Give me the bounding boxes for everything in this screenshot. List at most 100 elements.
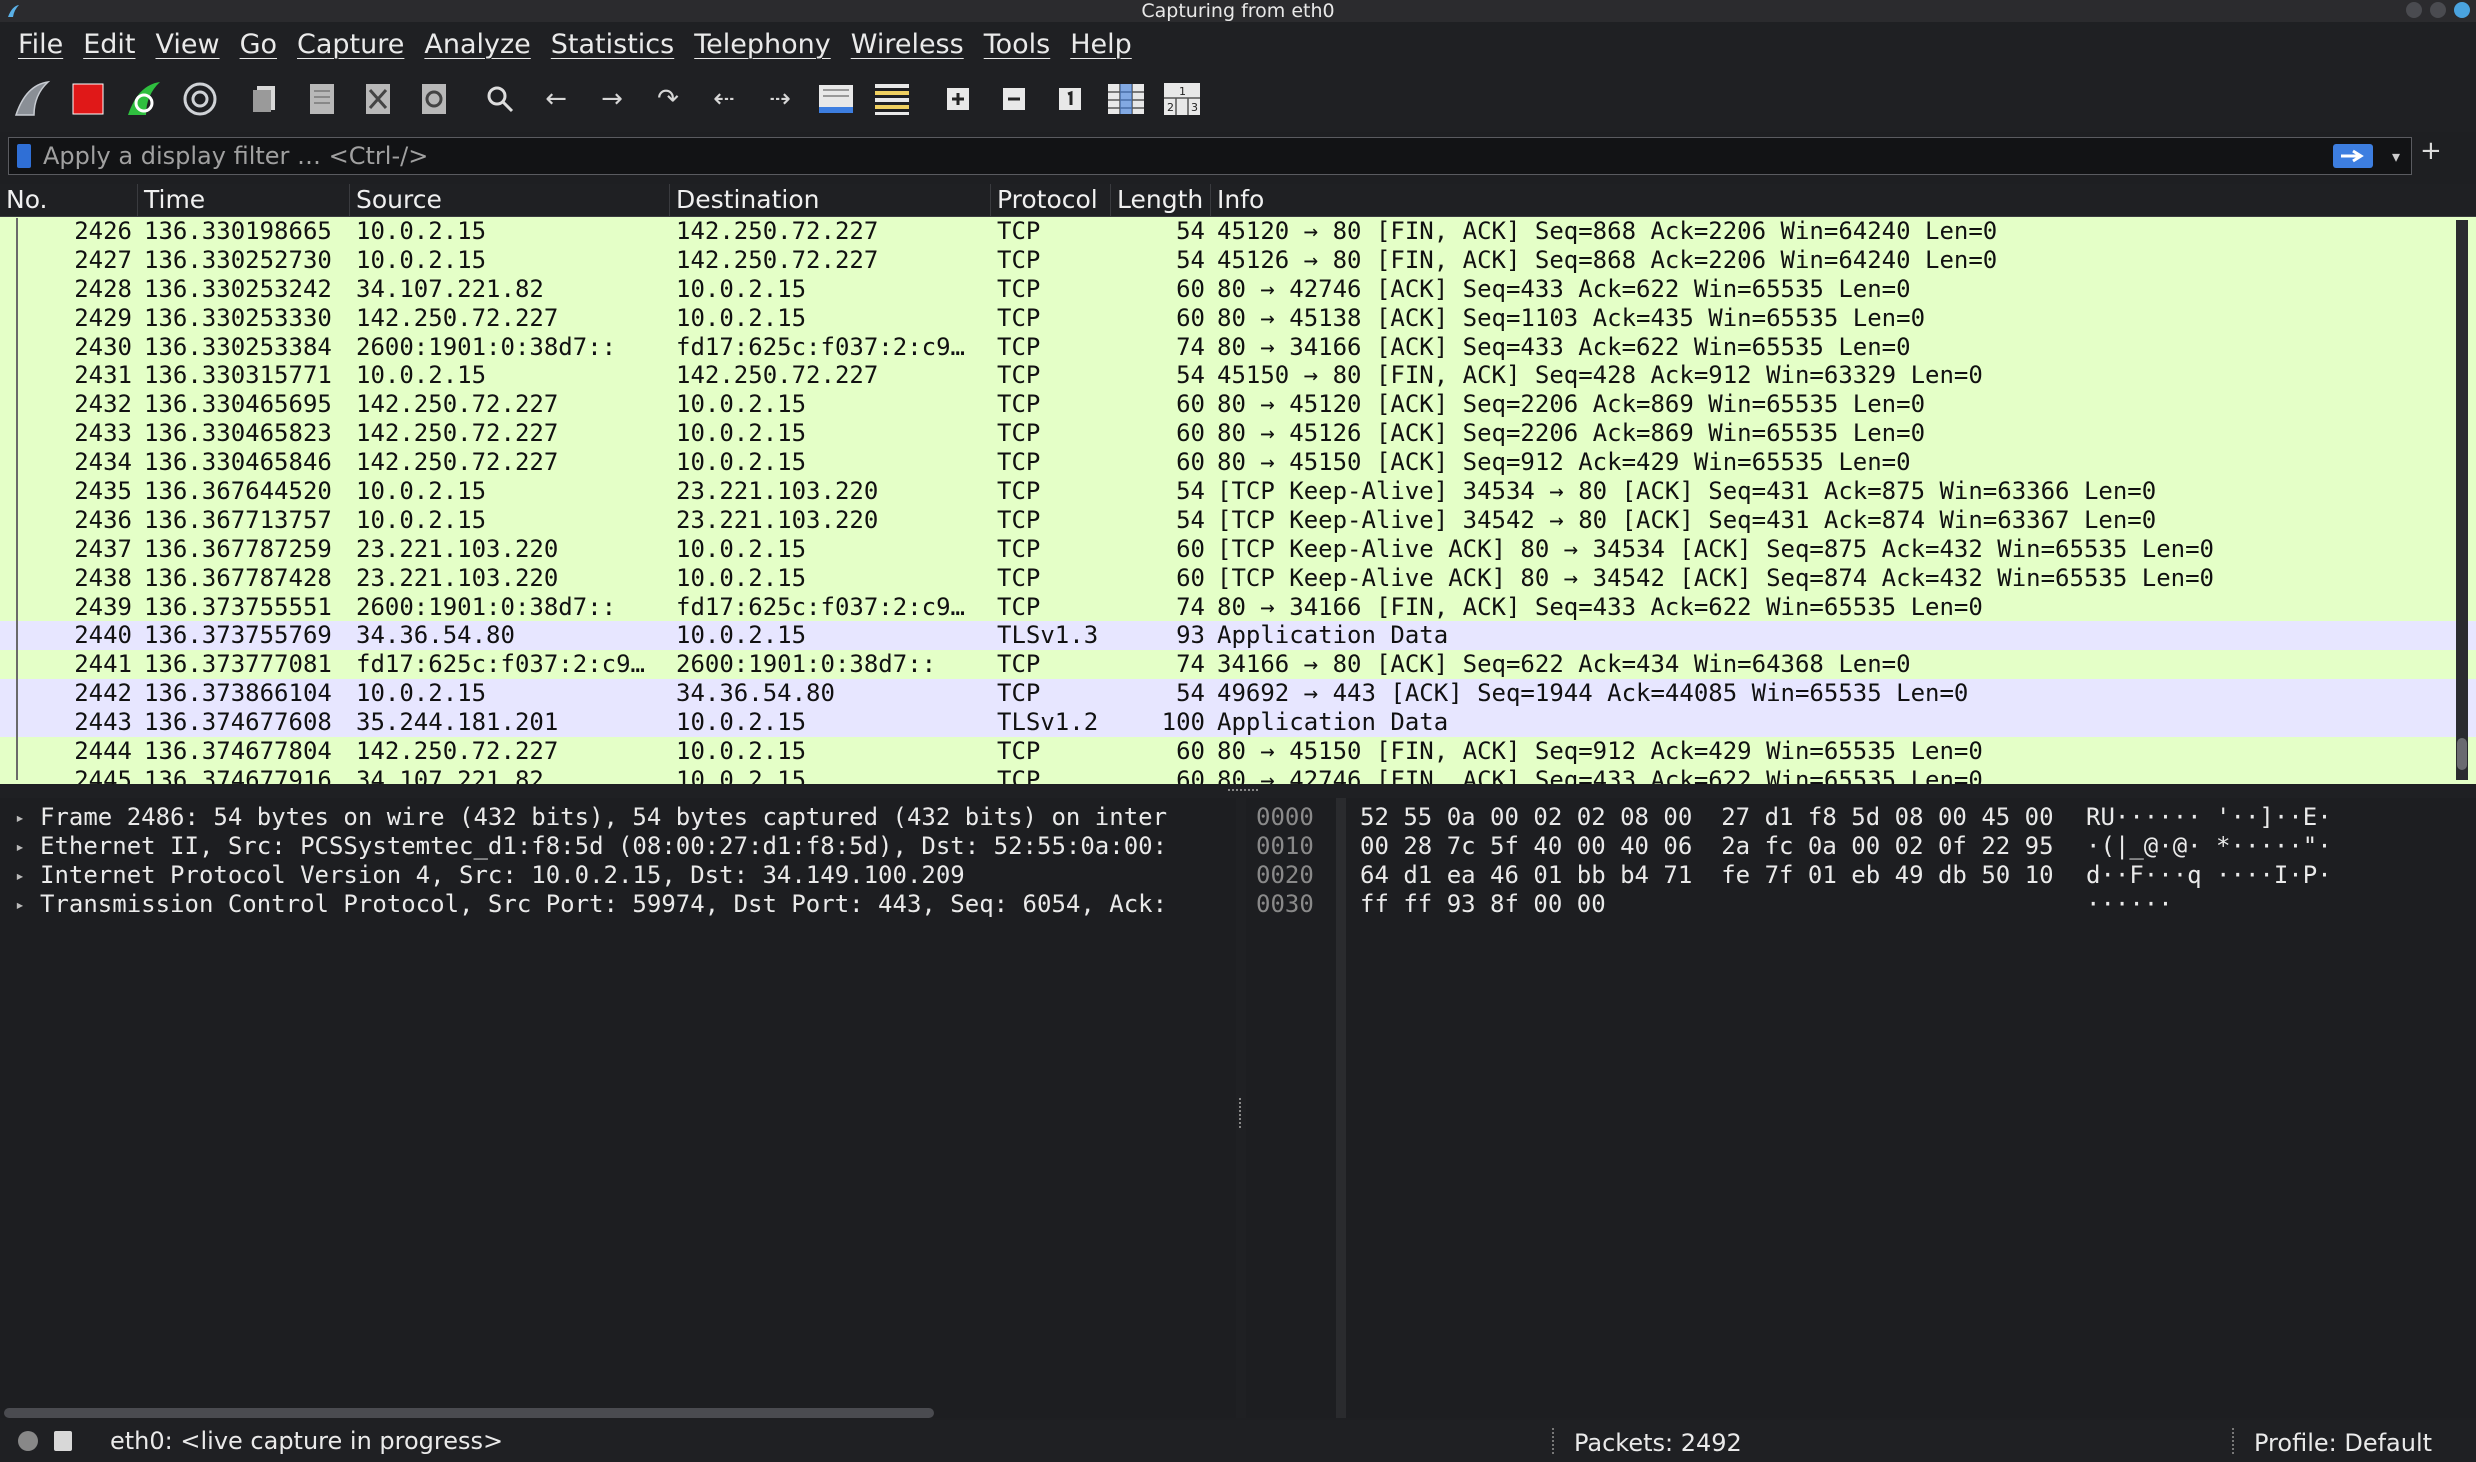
- autoscroll-icon[interactable]: [814, 77, 858, 121]
- packet-protocol: TCP: [997, 303, 1041, 332]
- packet-row[interactable]: 2443 136.374677608 35.244.181.201 10.0.2.15…: [0, 708, 2476, 738]
- resize-columns-icon[interactable]: [1104, 77, 1148, 121]
- packet-row[interactable]: 2437 136.367787259 23.221.103.220 10.0.2.15…: [0, 534, 2476, 564]
- zoom-out-icon[interactable]: [992, 77, 1036, 121]
- packet-row[interactable]: 2441 136.373777081 fd17:625c:f037:2:c9… 260…: [0, 650, 2476, 680]
- column-header-source[interactable]: Source: [350, 184, 670, 216]
- expand-arrow-icon[interactable]: ▸: [0, 832, 40, 861]
- byte-ascii: ······: [2086, 890, 2173, 918]
- packet-info: 80 → 45150 [FIN, ACK] Seq=912 Ack=429 Wi…: [1217, 737, 1983, 766]
- go-to-packet-icon[interactable]: ↷: [646, 77, 690, 121]
- packet-list-scrollbar[interactable]: [2456, 220, 2468, 780]
- layout-icon[interactable]: 12 3: [1160, 77, 1204, 121]
- packet-row[interactable]: 2436 136.367713757 10.0.2.15 23.221.103.220…: [0, 505, 2476, 535]
- details-bytes-splitter[interactable]: [1236, 798, 1246, 1418]
- menu-wireless[interactable]: Wireless: [851, 29, 964, 60]
- packet-row[interactable]: 2426 136.330198665 10.0.2.15 142.250.72.227…: [0, 217, 2476, 246]
- packet-source: 10.0.2.15: [356, 217, 487, 245]
- packet-row[interactable]: 2427 136.330252730 10.0.2.15 142.250.72.227…: [0, 245, 2476, 275]
- column-header-destination[interactable]: Destination: [670, 184, 991, 216]
- packet-row[interactable]: 2435 136.367644520 10.0.2.15 23.221.103.220…: [0, 477, 2476, 506]
- packet-row[interactable]: 2433 136.330465823 142.250.72.227 10.0.2.15…: [0, 419, 2476, 449]
- menu-view[interactable]: View: [155, 29, 219, 60]
- open-file-icon[interactable]: [244, 77, 288, 121]
- detail-row-tcp[interactable]: ▸ Transmission Control Protocol, Src Port…: [0, 890, 1236, 919]
- close-window-button[interactable]: [2454, 2, 2470, 18]
- packet-row[interactable]: 2445 136.374677916 34.107.221.82 10.0.2.15 T…: [0, 765, 2476, 784]
- packet-row[interactable]: 2438 136.367787428 23.221.103.220 10.0.2.15…: [0, 563, 2476, 593]
- column-header-length[interactable]: Length: [1111, 184, 1211, 216]
- byte-hex: ff ff 93 8f 00 00: [1360, 890, 1606, 918]
- packet-row[interactable]: 2430 136.330253384 2600:1901:0:38d7:: fd17:…: [0, 332, 2476, 362]
- column-header-no[interactable]: No.: [0, 184, 138, 216]
- close-file-icon[interactable]: [356, 77, 400, 121]
- byte-row[interactable]: 0010 00 28 7c 5f 40 00 40 06 2a fc 0a 00 …: [1246, 832, 2476, 861]
- packet-no: 2429: [74, 303, 132, 332]
- reload-file-icon[interactable]: [412, 77, 456, 121]
- packet-row[interactable]: 2432 136.330465695 142.250.72.227 10.0.2.15…: [0, 390, 2476, 420]
- go-forward-icon[interactable]: →: [590, 77, 634, 121]
- packet-row[interactable]: 2431 136.330315771 10.0.2.15 142.250.72.227…: [0, 361, 2476, 391]
- menu-capture[interactable]: Capture: [297, 29, 404, 60]
- filter-history-dropdown-icon[interactable]: ▾: [2381, 147, 2411, 166]
- details-horizontal-scrollbar[interactable]: [4, 1408, 934, 1418]
- go-back-icon[interactable]: ←: [534, 77, 578, 121]
- capture-comment-icon[interactable]: [54, 1431, 72, 1451]
- packet-row[interactable]: 2429 136.330253330 142.250.72.227 10.0.2.15…: [0, 303, 2476, 333]
- expand-arrow-icon[interactable]: ▸: [0, 803, 40, 832]
- menu-file[interactable]: File: [18, 29, 63, 60]
- first-packet-icon[interactable]: ⇠: [702, 77, 746, 121]
- apply-filter-button[interactable]: [2333, 144, 2373, 168]
- colorize-icon[interactable]: [870, 77, 914, 121]
- packet-no: 2432: [74, 390, 132, 419]
- packet-row[interactable]: 2444 136.374677804 142.250.72.227 10.0.2.15…: [0, 737, 2476, 766]
- normal-size-icon[interactable]: [1048, 77, 1092, 121]
- column-header-info[interactable]: Info: [1211, 184, 2476, 216]
- byte-row[interactable]: 0000 52 55 0a 00 02 02 08 00 27 d1 f8 5d …: [1246, 803, 2476, 832]
- conversation-line: [16, 218, 18, 780]
- bookmark-icon[interactable]: [17, 144, 31, 168]
- column-header-protocol[interactable]: Protocol: [991, 184, 1111, 216]
- packet-length: 54: [1176, 477, 1205, 506]
- packet-row[interactable]: 2439 136.373755551 2600:1901:0:38d7:: fd17:…: [0, 592, 2476, 622]
- detail-row-ip[interactable]: ▸ Internet Protocol Version 4, Src: 10.0.…: [0, 861, 1236, 890]
- packet-source: 35.244.181.201: [356, 708, 559, 737]
- menu-statistics[interactable]: Statistics: [551, 29, 674, 60]
- expert-info-led-icon[interactable]: [18, 1431, 38, 1451]
- packet-source: 34.107.221.82: [356, 765, 544, 784]
- menu-telephony[interactable]: Telephony: [694, 29, 831, 60]
- pane-splitter[interactable]: [0, 786, 2476, 798]
- packet-time: 136.374677916: [144, 765, 332, 784]
- shark-fin-start-icon[interactable]: [10, 77, 54, 121]
- minimize-button[interactable]: [2406, 2, 2422, 18]
- display-filter-input[interactable]: [41, 141, 2333, 171]
- packet-row[interactable]: 2440 136.373755769 34.36.54.80 10.0.2.15 TLS…: [0, 621, 2476, 651]
- profile-label[interactable]: Profile: Default: [2254, 1429, 2432, 1457]
- stop-capture-icon[interactable]: [66, 77, 110, 121]
- menu-edit[interactable]: Edit: [83, 29, 135, 60]
- save-file-icon[interactable]: [300, 77, 344, 121]
- packet-row[interactable]: 2442 136.373866104 10.0.2.15 34.36.54.80 TCP…: [0, 679, 2476, 709]
- maximize-button[interactable]: [2430, 2, 2446, 18]
- column-header-time[interactable]: Time: [138, 184, 350, 216]
- capture-options-icon[interactable]: [178, 77, 222, 121]
- expand-arrow-icon[interactable]: ▸: [0, 890, 40, 919]
- add-filter-button[interactable]: +: [2420, 136, 2442, 166]
- menu-go[interactable]: Go: [240, 29, 277, 60]
- menu-help[interactable]: Help: [1070, 29, 1132, 60]
- packet-row[interactable]: 2434 136.330465846 142.250.72.227 10.0.2.15…: [0, 448, 2476, 478]
- detail-row-frame[interactable]: ▸ Frame 2486: 54 bytes on wire (432 bits)…: [0, 803, 1236, 832]
- packet-row[interactable]: 2428 136.330253242 34.107.221.82 10.0.2.15 T…: [0, 274, 2476, 304]
- byte-row[interactable]: 0030 ff ff 93 8f 00 00 ······: [1246, 890, 2476, 919]
- find-packet-icon[interactable]: [478, 77, 522, 121]
- restart-capture-icon[interactable]: [122, 77, 166, 121]
- expand-arrow-icon[interactable]: ▸: [0, 861, 40, 890]
- zoom-in-icon[interactable]: [936, 77, 980, 121]
- menu-tools[interactable]: Tools: [984, 29, 1051, 60]
- window-title: Capturing from eth0: [1141, 0, 1335, 22]
- window-controls: [2406, 2, 2470, 18]
- byte-row[interactable]: 0020 64 d1 ea 46 01 bb b4 71 fe 7f 01 eb …: [1246, 861, 2476, 890]
- last-packet-icon[interactable]: ⇢: [758, 77, 802, 121]
- menu-analyze[interactable]: Analyze: [424, 29, 530, 60]
- detail-row-ethernet[interactable]: ▸ Ethernet II, Src: PCSSystemtec_d1:f8:5d…: [0, 832, 1236, 861]
